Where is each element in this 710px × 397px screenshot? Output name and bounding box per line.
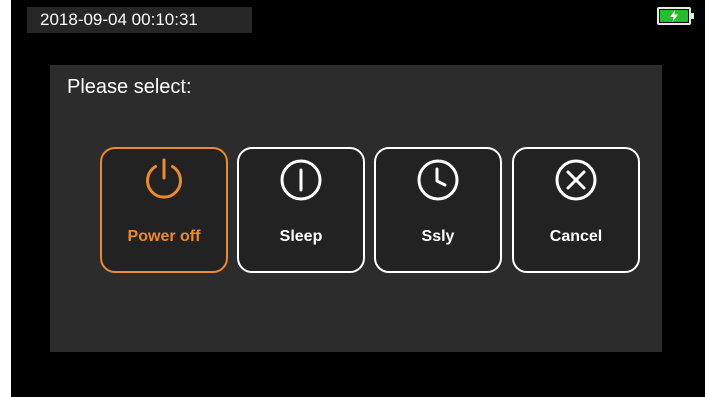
power-off-label: Power off (127, 228, 201, 245)
battery-charging-icon (657, 7, 694, 25)
battery-terminal (691, 13, 694, 19)
power-icon (146, 158, 182, 199)
ssly-label: Ssly (421, 228, 455, 245)
sleep-icon (280, 159, 322, 201)
datetime-display: 2018-09-04 00:10:31 (27, 7, 252, 33)
ssly-button[interactable]: Ssly (374, 147, 502, 273)
shutdown-dialog: Please select: Power off Sleep Ssly Canc… (50, 65, 662, 352)
cancel-button[interactable]: Cancel (512, 147, 640, 273)
device-screen: 2018-09-04 00:10:31 Please select: Power… (11, 0, 705, 397)
close-circle-icon (555, 159, 597, 201)
dialog-title: Please select: (67, 76, 192, 98)
sleep-button[interactable]: Sleep (237, 147, 365, 273)
sleep-label: Sleep (279, 228, 323, 245)
cancel-label: Cancel (549, 228, 603, 245)
power-off-button[interactable]: Power off (100, 147, 228, 273)
clock-icon (417, 159, 459, 201)
lightning-icon (670, 10, 678, 22)
